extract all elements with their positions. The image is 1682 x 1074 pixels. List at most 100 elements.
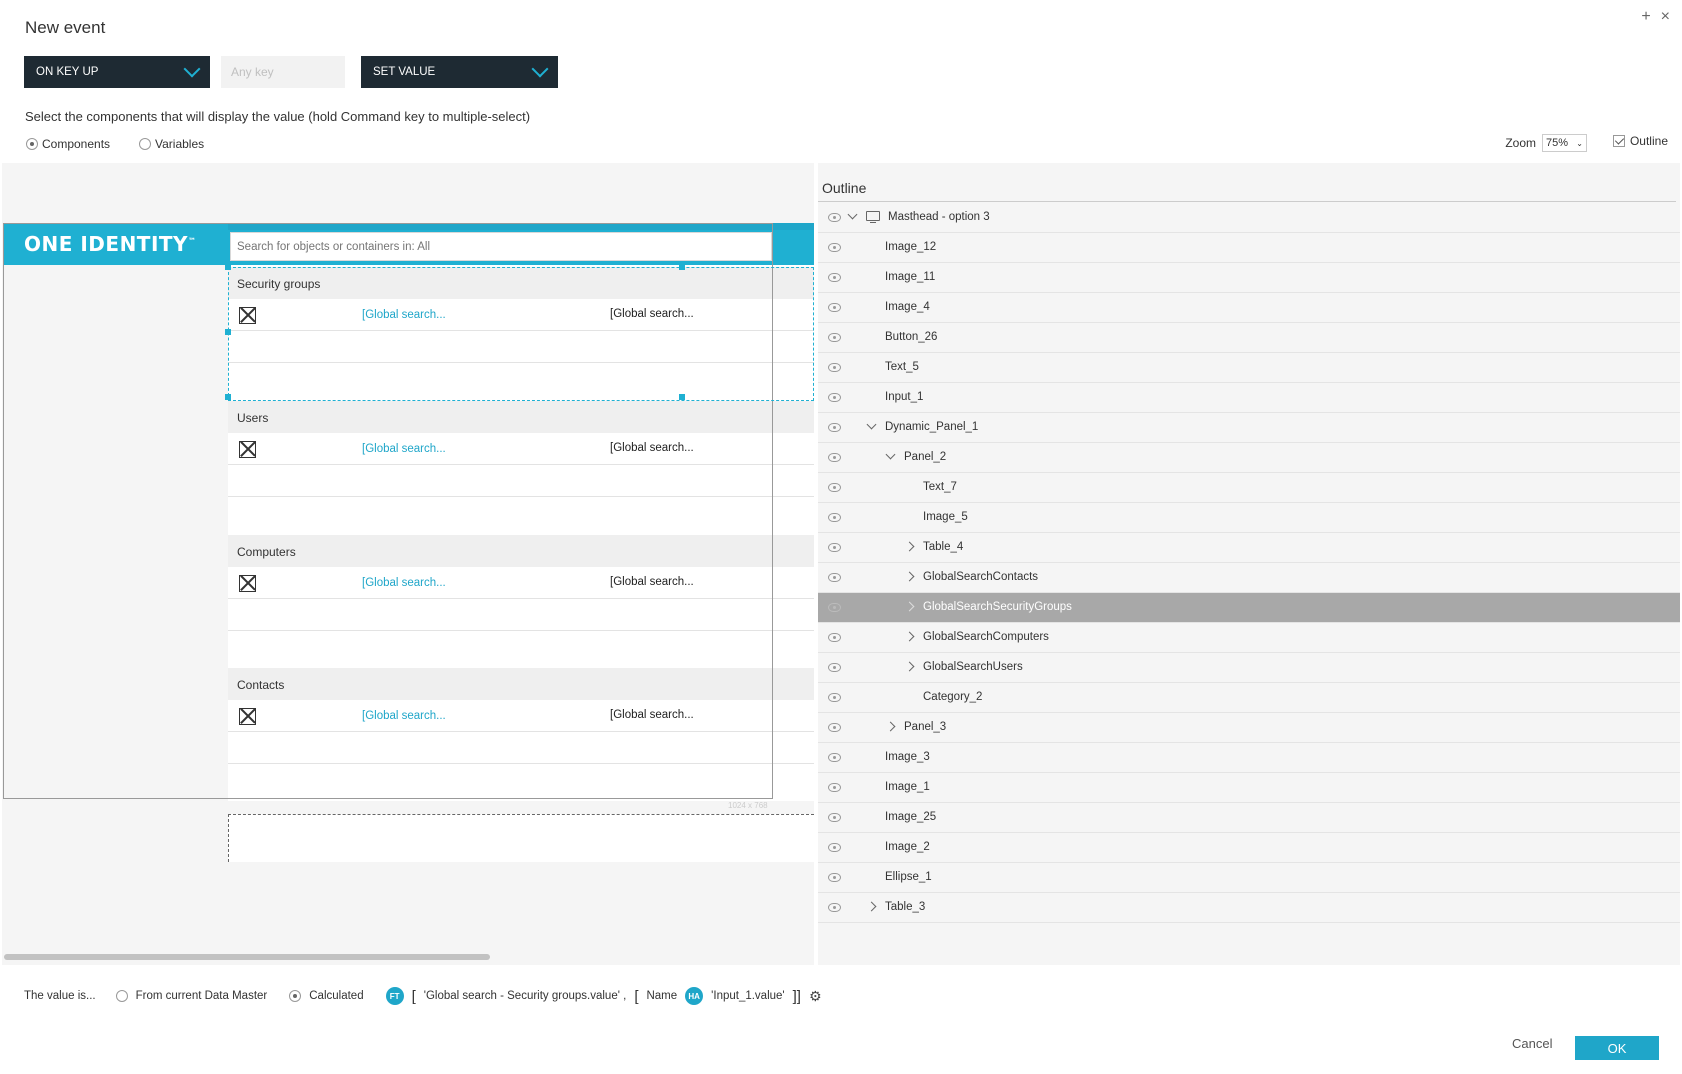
outline-item[interactable]: Text_7 [818, 473, 1680, 503]
resize-handle[interactable] [225, 264, 231, 270]
chevron-right-icon[interactable] [866, 901, 877, 912]
outline-item[interactable]: Panel_2 [818, 443, 1680, 473]
variables-radio[interactable]: Variables [139, 135, 204, 151]
eye-icon[interactable] [828, 393, 841, 402]
expression-part[interactable]: 'Input_1.value' [711, 990, 784, 1002]
ok-button[interactable]: OK [1575, 1036, 1659, 1060]
outline-item[interactable]: Button_26 [818, 323, 1680, 353]
close-icon[interactable]: × [1661, 8, 1670, 26]
action-dropdown[interactable]: SET VALUE [361, 56, 558, 88]
eye-icon[interactable] [828, 363, 841, 372]
eye-icon[interactable] [828, 573, 841, 582]
outline-item[interactable]: GlobalSearchSecurityGroups [818, 593, 1680, 623]
outline-item[interactable]: Image_1 [818, 773, 1680, 803]
outline-item[interactable]: Panel_3 [818, 713, 1680, 743]
zoom-value: 75% [1546, 137, 1569, 149]
resize-handle[interactable] [225, 329, 231, 335]
outline-item[interactable]: Image_5 [818, 503, 1680, 533]
event-trigger-dropdown[interactable]: ON KEY UP [24, 56, 210, 88]
chevron-right-icon[interactable] [904, 541, 915, 552]
chevron-down-icon[interactable] [866, 419, 877, 430]
chevron-down-icon [531, 60, 549, 78]
outline-item[interactable]: Masthead - option 3 [818, 203, 1680, 233]
eye-icon[interactable] [828, 843, 841, 852]
eye-icon[interactable] [828, 783, 841, 792]
eye-icon[interactable] [828, 243, 841, 252]
outline-item[interactable]: Table_3 [818, 893, 1680, 923]
outline-item[interactable]: Image_2 [818, 833, 1680, 863]
horizontal-scrollbar[interactable] [4, 954, 490, 960]
outline-item[interactable]: Image_3 [818, 743, 1680, 773]
outline-item[interactable]: Dynamic_Panel_1 [818, 413, 1680, 443]
chevron-right-icon[interactable] [904, 631, 915, 642]
selection-box[interactable] [225, 264, 814, 401]
design-canvas[interactable]: ONE IDENTITY™ Security groups [Global se… [2, 163, 814, 965]
chevron-down-icon[interactable] [885, 449, 896, 460]
eye-icon[interactable] [828, 813, 841, 822]
eye-icon[interactable] [828, 513, 841, 522]
eye-icon[interactable] [828, 273, 841, 282]
name-label[interactable]: Name [646, 990, 677, 1002]
outline-title: Outline [822, 180, 867, 196]
radio-indicator[interactable] [139, 137, 151, 150]
function-badge[interactable]: FT [385, 987, 404, 1005]
key-input[interactable] [221, 56, 345, 88]
eye-icon[interactable] [828, 603, 841, 612]
chevron-right-icon[interactable] [904, 571, 915, 582]
outline-item[interactable]: GlobalSearchContacts [818, 563, 1680, 593]
outline-item[interactable]: Image_4 [818, 293, 1680, 323]
outline-checkbox[interactable] [1612, 135, 1625, 147]
gear-icon[interactable]: ⚙ [809, 988, 822, 1005]
calculated-radio[interactable] [289, 990, 302, 1002]
eye-icon[interactable] [828, 453, 841, 462]
eye-icon[interactable] [828, 213, 841, 222]
eye-icon[interactable] [828, 423, 841, 432]
eye-icon[interactable] [828, 693, 841, 702]
outline-item[interactable]: Input_1 [818, 383, 1680, 413]
outline-item[interactable]: GlobalSearchUsers [818, 653, 1680, 683]
zoom-label: Zoom [1505, 136, 1536, 150]
zoom-select[interactable]: 75% ⌄ [1542, 134, 1587, 152]
outline-item[interactable]: Image_25 [818, 803, 1680, 833]
resize-handle[interactable] [679, 264, 685, 270]
outline-item[interactable]: Ellipse_1 [818, 863, 1680, 893]
expression-part[interactable]: 'Global search - Security groups.value' … [424, 990, 627, 1002]
outline-toggle[interactable]: Outline [1612, 134, 1668, 148]
outline-item[interactable]: Category_2 [818, 683, 1680, 713]
eye-icon[interactable] [828, 873, 841, 882]
outline-item[interactable]: GlobalSearchComputers [818, 623, 1680, 653]
chevron-right-icon[interactable] [904, 601, 915, 612]
outline-item[interactable]: Image_12 [818, 233, 1680, 263]
eye-icon[interactable] [828, 333, 841, 342]
dashed-placeholder-box[interactable] [228, 814, 814, 862]
outline-item-label: Text_7 [923, 481, 957, 493]
cancel-button[interactable]: Cancel [1512, 1036, 1552, 1051]
resize-handle[interactable] [679, 394, 685, 400]
outline-item[interactable]: Table_4 [818, 533, 1680, 563]
outline-item-label: GlobalSearchComputers [923, 631, 1049, 643]
eye-icon[interactable] [828, 753, 841, 762]
outline-item-label: GlobalSearchSecurityGroups [923, 601, 1072, 613]
eye-icon[interactable] [828, 903, 841, 912]
chevron-right-icon[interactable] [885, 721, 896, 732]
outline-item-label: Panel_3 [904, 721, 947, 733]
eye-icon[interactable] [828, 723, 841, 732]
from-master-radio[interactable] [115, 990, 128, 1002]
chevron-down-icon[interactable] [847, 209, 858, 220]
eye-icon[interactable] [828, 303, 841, 312]
eye-icon[interactable] [828, 633, 841, 642]
radio-indicator[interactable] [26, 137, 38, 150]
eye-icon[interactable] [828, 663, 841, 672]
function-badge[interactable]: HA [685, 987, 704, 1005]
add-icon[interactable]: + [1641, 8, 1650, 26]
outline-item-label: Text_5 [885, 361, 919, 373]
outline-item-label: Masthead - option 3 [888, 211, 990, 223]
outline-item[interactable]: Image_11 [818, 263, 1680, 293]
components-radio[interactable]: Components [26, 135, 110, 151]
outline-item[interactable]: Text_5 [818, 353, 1680, 383]
instruction-text: Select the components that will display … [25, 109, 531, 124]
chevron-right-icon[interactable] [904, 661, 915, 672]
eye-icon[interactable] [828, 543, 841, 552]
resize-handle[interactable] [225, 394, 231, 400]
eye-icon[interactable] [828, 483, 841, 492]
